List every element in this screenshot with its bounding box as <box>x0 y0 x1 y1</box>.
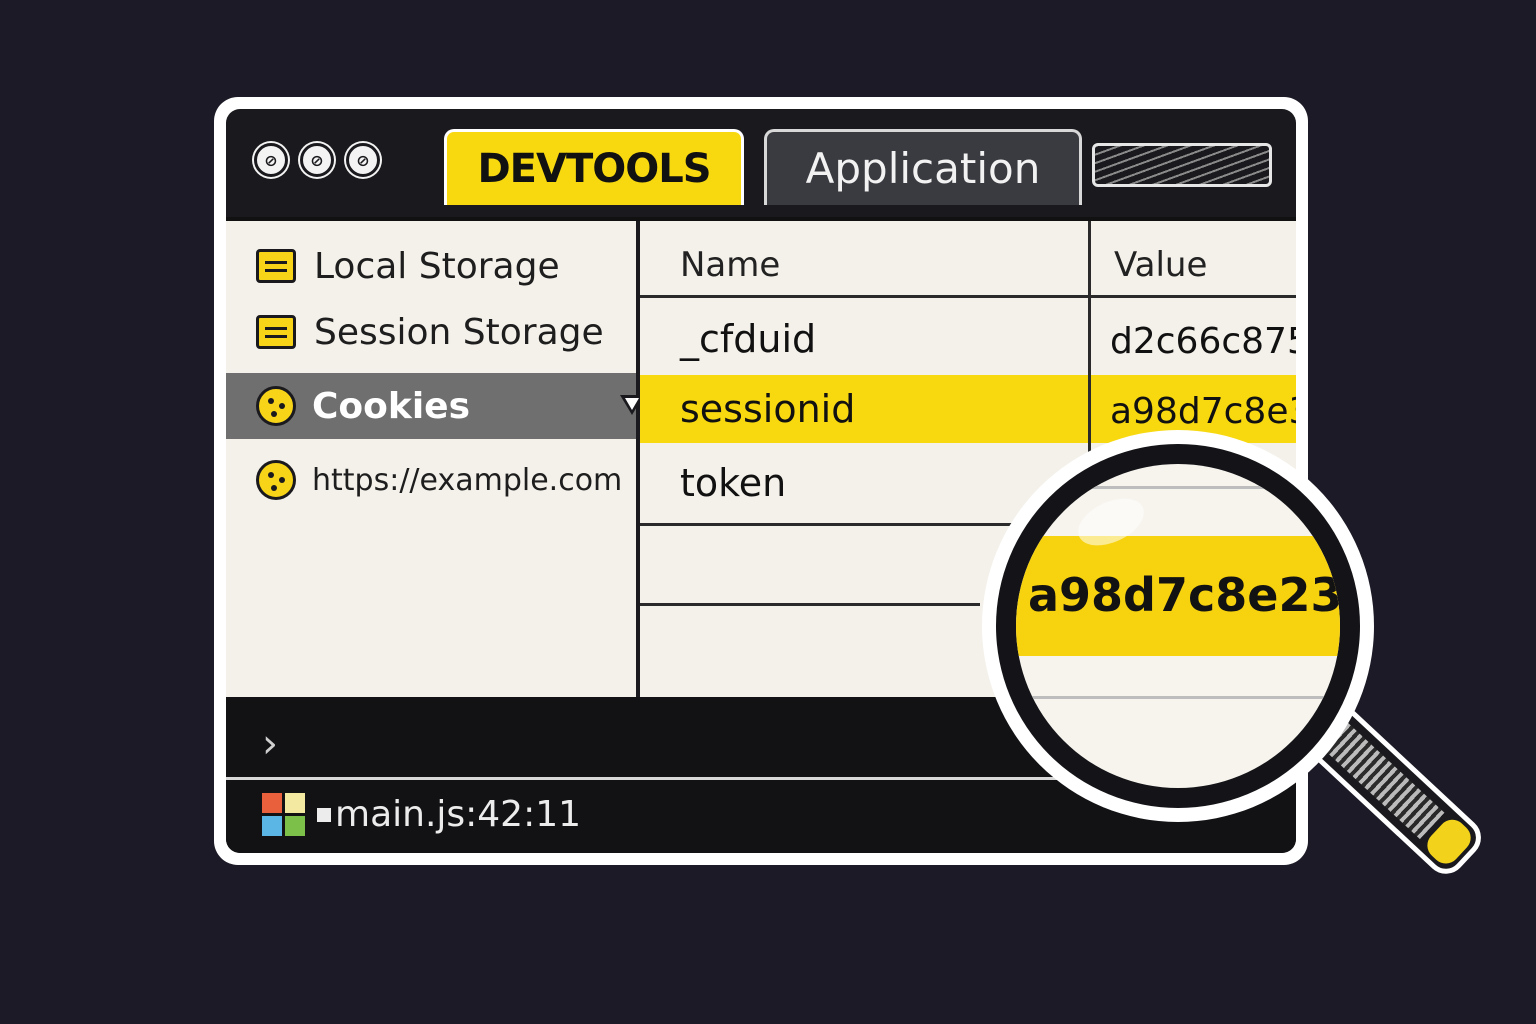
storage-icon <box>256 249 296 283</box>
zoomed-cookie-value: a98d7c8e23 <box>1028 568 1340 622</box>
table-row-value[interactable]: a98d7c8e3 <box>1110 391 1296 432</box>
console-prompt-icon[interactable]: › <box>262 721 278 767</box>
minimize-window-icon[interactable]: ⊘ <box>300 143 334 177</box>
status-bar: main.js:42:11 <box>262 793 581 836</box>
row-divider <box>640 603 980 606</box>
storage-sidebar: Local Storage Session Storage Cookies ht… <box>226 221 644 701</box>
cookie-icon <box>256 460 296 500</box>
close-window-icon[interactable]: ⊘ <box>254 143 288 177</box>
column-header-name[interactable]: Name <box>680 245 780 285</box>
sidebar-item-cookies[interactable]: Cookies <box>226 373 644 439</box>
tab-placeholder <box>1092 143 1272 187</box>
file-icon <box>317 807 331 822</box>
tab-application[interactable]: Application <box>764 129 1082 205</box>
table-row-name[interactable]: _cfduid <box>680 317 816 361</box>
maximize-window-icon[interactable]: ⊘ <box>346 143 380 177</box>
storage-icon <box>256 315 296 349</box>
sidebar-item-local-storage[interactable]: Local Storage <box>226 233 636 299</box>
table-row-name[interactable]: sessionid <box>680 387 855 431</box>
window-controls: ⊘ ⊘ ⊘ <box>254 143 380 177</box>
header-divider <box>640 295 1296 298</box>
lens-row-line <box>1016 486 1340 489</box>
sidebar-item-label: Local Storage <box>314 245 560 287</box>
sidebar-item-label: Session Storage <box>314 311 604 353</box>
column-divider <box>1088 221 1091 461</box>
sidebar-item-origin[interactable]: https://example.com <box>226 447 636 513</box>
column-header-value[interactable]: Value <box>1114 245 1207 285</box>
sidebar-item-label: Cookies <box>312 385 471 427</box>
table-row-value[interactable]: d2c66c875 <box>1110 321 1296 362</box>
sidebar-item-session-storage[interactable]: Session Storage <box>226 299 636 365</box>
magnifier-lens: a98d7c8e23 <box>1016 464 1340 788</box>
sidebar-item-label: https://example.com <box>312 462 623 498</box>
cookie-icon <box>256 386 296 426</box>
table-row-name[interactable]: token <box>680 461 786 505</box>
windows-logo-icon <box>262 793 305 836</box>
lens-row-line <box>1016 696 1340 699</box>
tab-devtools[interactable]: DEVTOOLS <box>444 129 744 205</box>
source-location-link[interactable]: main.js:42:11 <box>335 794 581 835</box>
